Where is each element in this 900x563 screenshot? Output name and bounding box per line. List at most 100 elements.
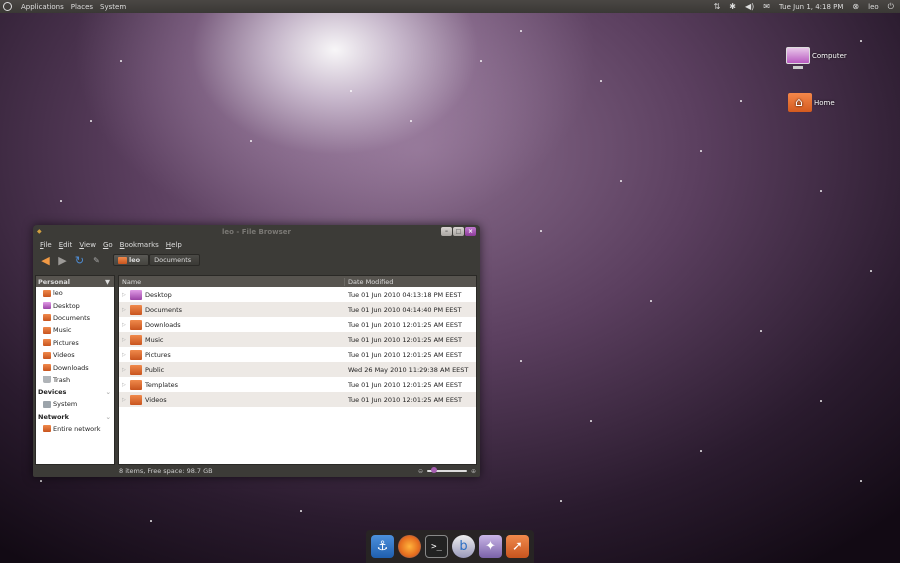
- file-name: Desktop: [145, 290, 172, 299]
- expander-icon[interactable]: ▷: [122, 397, 127, 403]
- edit-location-icon[interactable]: ✎: [90, 254, 103, 267]
- reload-icon[interactable]: ↻: [73, 254, 86, 267]
- table-row[interactable]: ▷ Music Tue 01 Jun 2010 12:01:25 AM EEST: [119, 332, 476, 347]
- maximize-button[interactable]: □: [453, 227, 464, 236]
- sidebar-item-leo[interactable]: leo: [36, 287, 114, 299]
- sidebar-item-downloads[interactable]: Downloads: [36, 361, 114, 373]
- sidebar-item-documents[interactable]: Documents: [36, 312, 114, 324]
- table-row[interactable]: ▷ Templates Tue 01 Jun 2010 12:01:25 AM EE…: [119, 377, 476, 392]
- table-row[interactable]: ▷ Public Wed 26 May 2010 11:29:38 AM EEST: [119, 362, 476, 377]
- window-titlebar[interactable]: ◆ leo - File Browser – □ ×: [33, 225, 480, 239]
- home-folder-icon: [788, 93, 812, 112]
- music-folder-icon: [43, 326, 51, 334]
- expander-icon[interactable]: ▷: [122, 367, 127, 373]
- folder-icon: [130, 394, 142, 405]
- files-icon[interactable]: ➚: [506, 535, 529, 558]
- status-text: 8 items, Free space: 98.7 GB: [119, 467, 213, 475]
- sidebar-item-trash[interactable]: Trash: [36, 374, 114, 386]
- path-button-documents[interactable]: Documents: [149, 254, 201, 266]
- path-button-leo[interactable]: leo: [113, 254, 150, 266]
- expander-icon[interactable]: ▷: [122, 322, 127, 328]
- clock[interactable]: Tue Jun 1, 4:18 PM: [779, 3, 843, 11]
- ubuntu-logo-icon[interactable]: [3, 2, 12, 11]
- back-arrow-icon[interactable]: ◀: [39, 254, 52, 267]
- file-name-cell: ▷ Documents: [119, 304, 345, 315]
- menu-places[interactable]: Places: [71, 3, 93, 11]
- table-row[interactable]: ▷ Downloads Tue 01 Jun 2010 12:01:25 AM EE…: [119, 317, 476, 332]
- sidebar-item-system[interactable]: System: [36, 398, 114, 410]
- collapse-icon[interactable]: ⌄: [106, 388, 111, 396]
- menu-go[interactable]: Go: [103, 241, 113, 249]
- folder-icon: [130, 304, 142, 315]
- file-list: Name Date Modified ▷ Desktop Tue 01 Jun 20…: [118, 275, 477, 465]
- desktop-icon: [43, 302, 51, 310]
- menu-bookmarks[interactable]: Bookmarks: [120, 241, 159, 249]
- mail-icon[interactable]: ✉: [763, 2, 770, 11]
- menu-edit[interactable]: Edit: [59, 241, 73, 249]
- terminal-icon[interactable]: >_: [425, 535, 448, 558]
- user-name[interactable]: leo: [868, 3, 879, 11]
- column-date-modified[interactable]: Date Modified: [345, 278, 393, 286]
- file-date-modified: Tue 01 Jun 2010 12:01:25 AM EEST: [348, 395, 463, 404]
- sidebar-item-entire-network[interactable]: Entire network: [36, 423, 114, 435]
- dropdown-arrow-icon[interactable]: ▼: [105, 278, 110, 286]
- expander-icon[interactable]: ▷: [122, 352, 127, 358]
- power-icon[interactable]: ⏻: [888, 2, 894, 11]
- table-row[interactable]: ▷ Documents Tue 01 Jun 2010 04:14:40 PM EE…: [119, 302, 476, 317]
- folder-icon: [130, 334, 142, 345]
- sidebar-item-music[interactable]: Music: [36, 324, 114, 336]
- sidebar-item-label: Documents: [53, 313, 91, 322]
- toolbar: ◀ ▶ ↻ ✎ leo Documents: [33, 251, 480, 269]
- file-name: Templates: [145, 380, 179, 389]
- expander-icon[interactable]: ▷: [122, 337, 127, 343]
- folder-icon: [130, 349, 142, 360]
- file-name-cell: ▷ Pictures: [119, 349, 345, 360]
- close-button[interactable]: ×: [465, 227, 476, 236]
- zoom-out-icon[interactable]: ⊖: [418, 468, 423, 475]
- desktop-icon-computer[interactable]: Computer: [786, 47, 847, 69]
- downloads-folder-icon: [43, 364, 51, 372]
- folder-icon: [130, 319, 142, 330]
- sidebar-item-desktop[interactable]: Desktop: [36, 299, 114, 311]
- menu-help[interactable]: Help: [166, 241, 182, 249]
- sidebar-item-videos[interactable]: Videos: [36, 349, 114, 361]
- volume-icon[interactable]: ◀): [745, 2, 754, 11]
- forward-arrow-icon[interactable]: ▶: [56, 254, 69, 267]
- user-icon[interactable]: ⊗: [852, 2, 859, 11]
- menu-applications[interactable]: Applications: [21, 3, 64, 11]
- anchor-icon[interactable]: ⚓: [371, 535, 394, 558]
- sidebar-item-pictures[interactable]: Pictures: [36, 337, 114, 349]
- table-row[interactable]: ▷ Pictures Tue 01 Jun 2010 12:01:25 AM EES…: [119, 347, 476, 362]
- file-name-cell: ▷ Public: [119, 364, 345, 375]
- window-menu-icon[interactable]: ◆: [37, 228, 42, 235]
- table-row[interactable]: ▷ Desktop Tue 01 Jun 2010 04:13:18 PM EEST: [119, 287, 476, 302]
- pidgin-icon[interactable]: ✦: [479, 535, 502, 558]
- menu-view[interactable]: View: [79, 241, 96, 249]
- sidebar-section-network[interactable]: Network ⌄: [36, 411, 114, 423]
- collapse-icon[interactable]: ⌄: [106, 413, 111, 421]
- desktop-icon-home[interactable]: Home: [788, 93, 835, 112]
- network-icon[interactable]: ⇅: [714, 2, 721, 11]
- menu-file[interactable]: File: [40, 241, 52, 249]
- sidebar-item-label: Downloads: [53, 363, 89, 372]
- minimize-button[interactable]: –: [441, 227, 452, 236]
- firefox-icon[interactable]: [398, 535, 421, 558]
- zoom-in-icon[interactable]: ⊕: [471, 468, 476, 475]
- sidebar-header[interactable]: Personal ▼: [36, 276, 114, 287]
- bluetooth-icon[interactable]: ✱: [729, 2, 736, 11]
- zoom-slider-handle[interactable]: [430, 467, 437, 473]
- menu-system[interactable]: System: [100, 3, 126, 11]
- expander-icon[interactable]: ▷: [122, 307, 127, 313]
- expander-icon[interactable]: ▷: [122, 382, 127, 388]
- bird-icon[interactable]: b: [452, 535, 475, 558]
- zoom-control: ⊖ ⊕: [418, 467, 476, 475]
- sidebar-section-devices[interactable]: Devices ⌄: [36, 386, 114, 398]
- zoom-slider[interactable]: [426, 467, 467, 473]
- folder-icon: [130, 379, 142, 390]
- file-name: Pictures: [145, 350, 171, 359]
- column-name[interactable]: Name: [119, 277, 345, 286]
- file-date-modified: Tue 01 Jun 2010 04:14:40 PM EEST: [348, 305, 462, 314]
- pictures-folder-icon: [43, 339, 51, 347]
- expander-icon[interactable]: ▷: [122, 292, 127, 298]
- table-row[interactable]: ▷ Videos Tue 01 Jun 2010 12:01:25 AM EEST: [119, 392, 476, 407]
